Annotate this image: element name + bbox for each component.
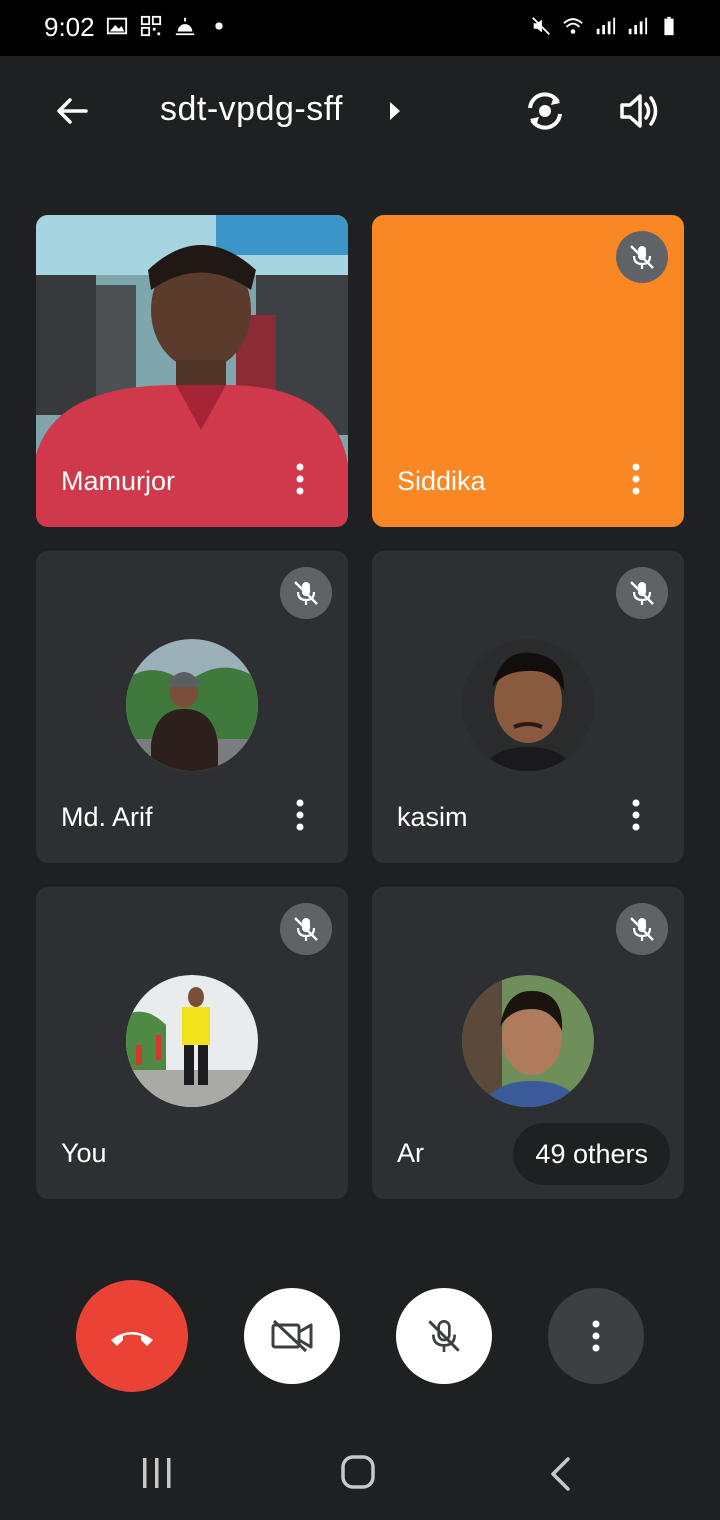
more-vert-icon[interactable] [624,461,648,497]
mic-off-icon [294,917,318,941]
camera-toggle-button[interactable] [244,1288,340,1384]
more-vert-icon [592,1320,600,1352]
meeting-header: sdt-vpdg-sff [0,56,720,166]
signal-icon [596,17,616,35]
participant-tile-mamurjor[interactable]: Mamurjor [36,215,348,527]
participant-tile-kasim[interactable]: kasim [372,551,684,863]
mic-off-icon [630,581,654,605]
participant-name: Md. Arif [61,802,153,832]
more-vert-icon[interactable] [288,797,312,833]
status-right-icons [530,15,680,37]
more-vert-icon[interactable] [288,461,312,497]
wifi-icon [563,18,583,34]
participant-tile-you[interactable]: You [36,887,348,1199]
status-time: 9:02 [44,12,95,42]
gallery-icon [106,17,128,35]
mic-off-icon [630,245,654,269]
system-nav-bar [0,1424,720,1520]
more-options-button[interactable] [548,1288,644,1384]
caret-right-icon[interactable] [388,100,402,122]
recents-icon[interactable] [140,1456,174,1490]
mute-icon [532,17,550,35]
participant-name: You [61,1138,107,1168]
mic-off-badge [616,231,668,283]
hang-up-icon [111,1332,153,1346]
more-vert-icon[interactable] [624,797,648,833]
status-left-icons [106,15,230,37]
mic-toggle-button[interactable] [396,1288,492,1384]
back-arrow-icon[interactable] [52,91,92,131]
participant-name: Siddika [397,466,486,496]
switch-camera-icon[interactable] [520,86,570,136]
participant-name: Mamurjor [61,466,176,496]
signal-icon [628,17,648,35]
end-call-button[interactable] [76,1280,188,1392]
participant-tile-md-arif[interactable]: Md. Arif [36,551,348,863]
participant-tile-siddika[interactable]: Siddika [372,215,684,527]
mic-off-icon [630,917,654,941]
speaker-icon[interactable] [614,86,664,136]
home-icon[interactable] [340,1454,376,1490]
nav-back-icon[interactable] [548,1456,572,1492]
avatar [126,975,258,1107]
status-bar: 9:02 [0,0,720,56]
mic-off-badge [616,567,668,619]
dot-icon [215,22,223,30]
avatar [462,975,594,1107]
participant-tile-ar[interactable]: Ar 49 others [372,887,684,1199]
mic-off-icon [428,1320,460,1352]
avatar [462,639,594,771]
participant-name: Ar [397,1138,424,1168]
call-controls [0,1280,720,1392]
mic-off-badge [280,567,332,619]
weather-icon [175,17,195,36]
participant-name: kasim [397,802,468,832]
mic-off-icon [294,581,318,605]
meeting-code[interactable]: sdt-vpdg-sff [160,90,343,129]
qr-icon [140,15,162,37]
battery-icon [664,16,674,36]
avatar [126,639,258,771]
mic-off-badge [280,903,332,955]
mic-off-badge [616,903,668,955]
others-count-chip[interactable]: 49 others [513,1123,670,1185]
videocam-off-icon [271,1319,313,1353]
